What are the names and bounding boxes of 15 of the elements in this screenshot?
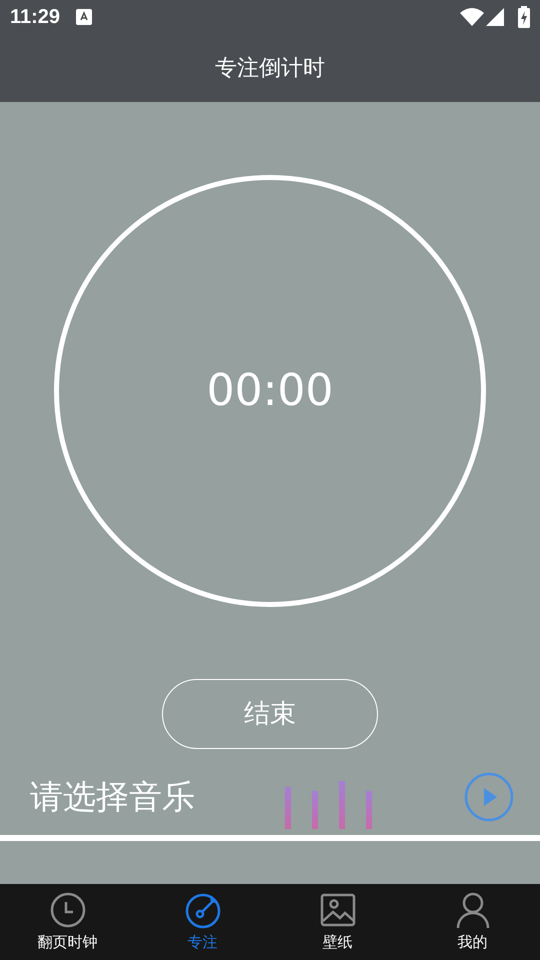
wifi-icon [460, 8, 484, 26]
nav-tab[interactable]: 我的 [405, 884, 540, 960]
nav-tab[interactable]: 专注 [135, 884, 270, 960]
status-time: 11:29 [10, 5, 60, 30]
timer-display: 00:00 [206, 364, 334, 418]
equalizer-icon [285, 781, 373, 829]
music-label: 请选择音乐 [30, 776, 196, 818]
clock-icon [48, 890, 86, 929]
nav-tab[interactable]: 壁纸 [270, 884, 405, 960]
battery-icon [518, 6, 530, 28]
play-icon[interactable] [464, 772, 514, 822]
page-title: 专注倒计时 [215, 54, 325, 82]
nav-tab[interactable]: 翻页时钟 [0, 884, 135, 960]
keyboard-icon [76, 9, 92, 25]
signal-icon [486, 8, 506, 26]
